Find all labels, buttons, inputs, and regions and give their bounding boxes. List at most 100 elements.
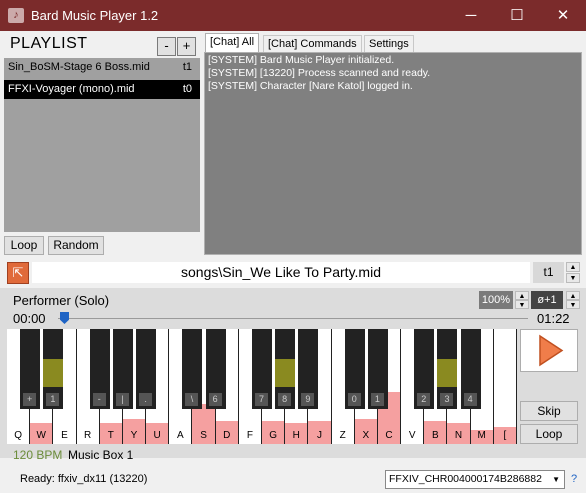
white-key[interactable]: [ bbox=[493, 329, 517, 444]
black-key-highlight bbox=[43, 359, 64, 387]
white-key-label: G bbox=[269, 430, 277, 441]
playlist-list[interactable]: Sin_BoSM-Stage 6 Boss.mid t1 FFXI-Voyage… bbox=[4, 58, 200, 232]
black-key-label: \ bbox=[185, 393, 199, 406]
music-note-icon: ♪ bbox=[8, 8, 24, 23]
character-select-value: FFXIV_CHR004000174B286882 bbox=[389, 473, 542, 485]
white-key-label: H bbox=[292, 430, 300, 441]
black-key-label: 4 bbox=[463, 393, 477, 406]
black-key[interactable]: | bbox=[112, 329, 133, 409]
white-key-label: A bbox=[177, 430, 184, 441]
chat-line: [SYSTEM] Character [Nare Katol] logged i… bbox=[208, 80, 413, 92]
black-key-highlight bbox=[437, 359, 458, 387]
black-key[interactable]: 1 bbox=[367, 329, 388, 409]
white-key-label: E bbox=[61, 430, 68, 441]
time-total: 01:22 bbox=[537, 311, 570, 326]
playlist-item[interactable]: Sin_BoSM-Stage 6 Boss.mid t1 bbox=[4, 58, 200, 77]
black-key-label: 7 bbox=[255, 393, 268, 406]
speed-down-icon[interactable]: ▼ bbox=[515, 300, 529, 309]
black-key-label: + bbox=[23, 393, 37, 406]
track-number[interactable]: t1 bbox=[533, 262, 564, 283]
white-key-label: W bbox=[36, 430, 46, 441]
black-key-label: 9 bbox=[301, 393, 315, 406]
white-key-label: R bbox=[84, 430, 92, 441]
white-key-label: V bbox=[408, 430, 416, 441]
black-key[interactable]: . bbox=[136, 329, 157, 409]
performer-title: Performer (Solo) bbox=[13, 293, 110, 308]
white-key-label: S bbox=[200, 430, 207, 441]
black-key[interactable]: 3 bbox=[437, 329, 458, 409]
white-key-label: Y bbox=[130, 430, 138, 441]
white-key-label: T bbox=[107, 430, 114, 441]
status-text: Ready: ffxiv_dx11 (13220) bbox=[20, 473, 148, 485]
playlist-remove-button[interactable]: - bbox=[157, 37, 176, 56]
black-key[interactable]: 0 bbox=[344, 329, 365, 409]
white-key-label: J bbox=[316, 430, 322, 441]
white-key-label: B bbox=[432, 430, 439, 441]
black-key[interactable]: 4 bbox=[460, 329, 481, 409]
black-key-highlight bbox=[275, 359, 296, 387]
chat-line: [SYSTEM] Bard Music Player initialized. bbox=[208, 54, 395, 66]
white-key-label: Q bbox=[14, 430, 22, 441]
white-key-label: M bbox=[477, 430, 486, 441]
black-key-label: 1 bbox=[370, 393, 384, 406]
black-key-label: 1 bbox=[46, 393, 60, 406]
black-key[interactable]: 1 bbox=[43, 329, 64, 409]
black-key[interactable]: 8 bbox=[275, 329, 296, 409]
play-icon bbox=[539, 334, 564, 367]
black-key[interactable]: + bbox=[20, 329, 41, 409]
chat-log[interactable]: [SYSTEM] Bard Music Player initialized. … bbox=[204, 52, 582, 255]
black-key[interactable]: 2 bbox=[414, 329, 435, 409]
help-icon[interactable]: ? bbox=[571, 473, 577, 485]
playlist-item-selected[interactable]: FFXI-Voyager (mono).mid t0 bbox=[4, 80, 200, 99]
playlist-title: PLAYLIST bbox=[10, 35, 88, 52]
black-key-label: 2 bbox=[417, 393, 431, 406]
black-key[interactable]: \ bbox=[182, 329, 203, 409]
instrument-label: Music Box 1 bbox=[68, 448, 134, 462]
playlist-item-track: t1 bbox=[182, 61, 192, 73]
playlist-item-track: t0 bbox=[182, 83, 192, 95]
white-key-label: C bbox=[385, 430, 393, 441]
track-down-icon[interactable]: ▼ bbox=[566, 273, 580, 283]
piano-keyboard[interactable]: Q W E R T Y U A S D F G H J Z X C V B N M[+1- |. \ 6 7 8 9 0 1 2 3 4 bbox=[7, 329, 517, 444]
white-key-label: U bbox=[153, 430, 161, 441]
skip-button[interactable]: Skip bbox=[520, 401, 578, 421]
playlist-item-name: FFXI-Voyager (mono).mid bbox=[8, 83, 135, 95]
track-up-icon[interactable]: ▲ bbox=[566, 262, 580, 272]
black-key[interactable]: 9 bbox=[298, 329, 319, 409]
black-key-label: 3 bbox=[440, 393, 454, 406]
white-key-label: [ bbox=[503, 430, 507, 441]
white-key-label: F bbox=[246, 430, 253, 441]
playlist-random-button[interactable]: Random bbox=[48, 236, 104, 255]
speed-up-icon[interactable]: ▲ bbox=[515, 291, 529, 300]
black-key[interactable]: - bbox=[89, 329, 110, 409]
black-key-label: - bbox=[92, 393, 106, 406]
tab-chat-commands[interactable]: [Chat] Commands bbox=[263, 35, 362, 52]
black-key[interactable]: 6 bbox=[205, 329, 226, 409]
black-key[interactable]: 7 bbox=[252, 329, 272, 409]
octave-shift[interactable]: ø+1 bbox=[531, 291, 563, 309]
song-file-field[interactable]: songs\Sin_We Like To Party.mid bbox=[32, 262, 530, 283]
tab-chat-all[interactable]: [Chat] All bbox=[205, 33, 260, 53]
black-key-label: 6 bbox=[208, 393, 222, 406]
close-button[interactable]: ✕ bbox=[540, 0, 586, 31]
black-key-label: . bbox=[139, 393, 153, 406]
tab-settings[interactable]: Settings bbox=[364, 35, 414, 52]
playlist-add-button[interactable]: + bbox=[177, 37, 196, 56]
minimize-button[interactable]: ─ bbox=[448, 0, 494, 31]
bpm-label: 120 BPM bbox=[13, 448, 63, 462]
octave-up-icon[interactable]: ▲ bbox=[566, 291, 580, 300]
playlist-loop-button[interactable]: Loop bbox=[4, 236, 44, 255]
maximize-button[interactable]: ☐ bbox=[494, 0, 540, 31]
character-select[interactable]: FFXIV_CHR004000174B286882 ▼ bbox=[385, 470, 565, 489]
play-button[interactable] bbox=[520, 329, 578, 372]
black-key-label: | bbox=[115, 393, 129, 406]
window-title: Bard Music Player 1.2 bbox=[31, 8, 159, 23]
load-song-icon[interactable]: ⇱ bbox=[7, 262, 29, 284]
seek-bar[interactable] bbox=[58, 318, 528, 319]
time-elapsed: 00:00 bbox=[13, 311, 46, 326]
white-key-label: D bbox=[223, 430, 231, 441]
speed-value[interactable]: 100% bbox=[479, 291, 513, 309]
black-key-label: 8 bbox=[278, 393, 292, 406]
loop-button[interactable]: Loop bbox=[520, 424, 578, 444]
octave-down-icon[interactable]: ▼ bbox=[566, 300, 580, 309]
